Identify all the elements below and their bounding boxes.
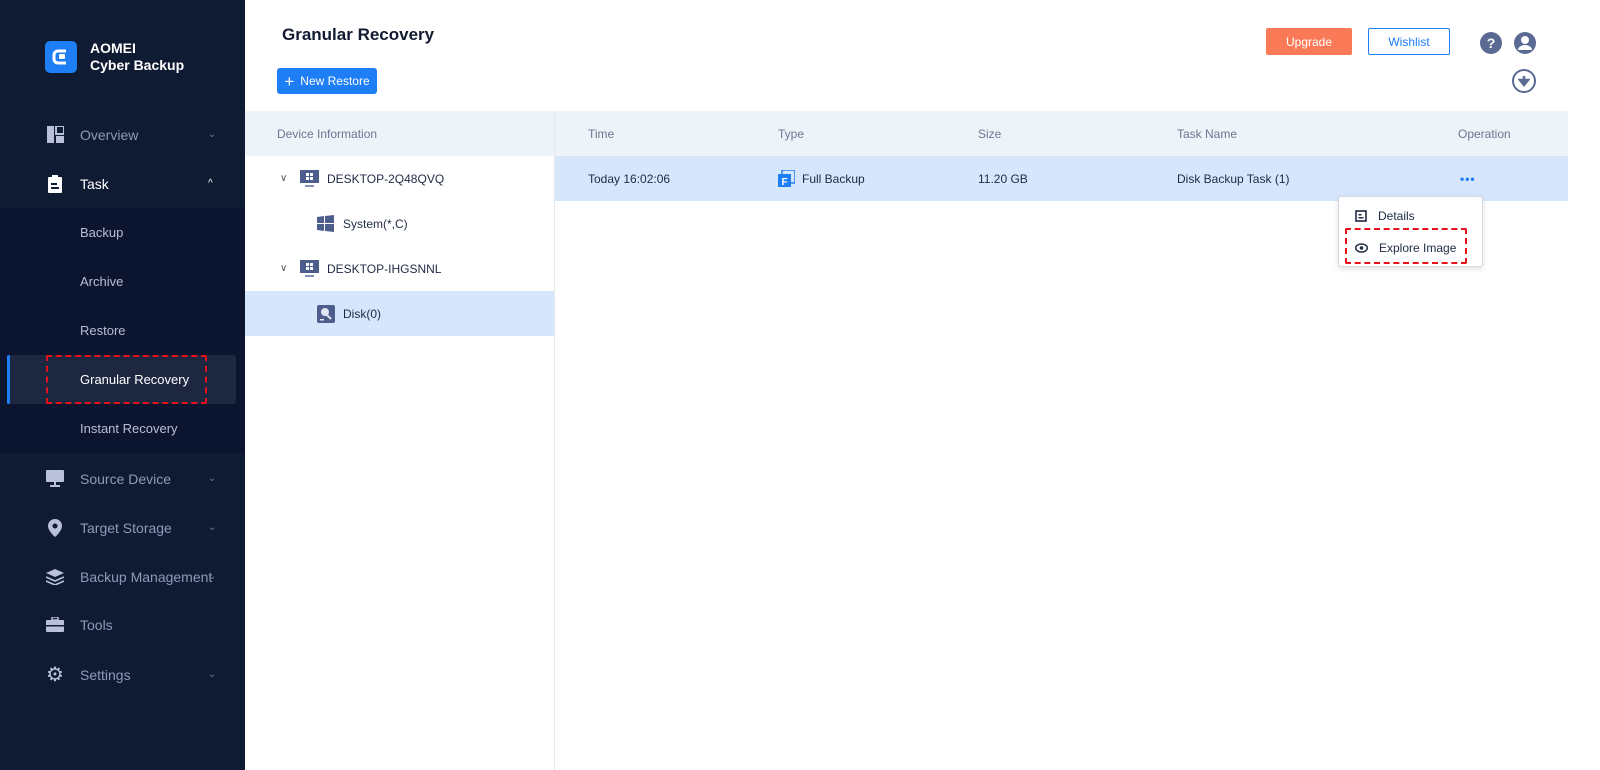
cell-size: 11.20 GB	[978, 171, 1028, 186]
sub-restore[interactable]: Restore	[0, 306, 245, 355]
plus-icon: +	[284, 71, 295, 91]
sidebar: AOMEI Cyber Backup Overview ⌄ Task ^ Back…	[0, 0, 245, 770]
col-task-name: Task Name	[1177, 127, 1238, 141]
tree-label: System(*,C)	[343, 216, 408, 231]
help-icon[interactable]: ?	[1480, 32, 1502, 54]
dashboard-icon	[46, 126, 64, 144]
operation-menu: Details Explore Image	[1338, 196, 1483, 267]
logo-icon	[45, 41, 77, 73]
brand-line2: Cyber Backup	[90, 57, 185, 73]
nav-source-device[interactable]: Source Device ⌄	[0, 454, 245, 503]
chevron-down-icon: ⌄	[208, 669, 217, 680]
full-backup-icon: F	[778, 170, 795, 187]
nav-settings[interactable]: ⚙ Settings ⌄	[0, 650, 245, 699]
chevron-down-icon: ⌄	[208, 473, 217, 484]
user-avatar-icon[interactable]	[1514, 32, 1536, 54]
nav-target-storage[interactable]: Target Storage ⌄	[0, 503, 245, 552]
explore-image-label: Explore Image	[1379, 241, 1457, 255]
chevron-down-icon: ⌄	[208, 522, 217, 533]
more-options-icon[interactable]: •••	[1460, 156, 1476, 201]
table-row[interactable]: Today 16:02:06 F Full Backup 11.20 GB Di…	[555, 156, 1568, 201]
chevron-up-icon: ^	[208, 178, 213, 189]
nav-label: Overview	[80, 126, 139, 143]
nav-task[interactable]: Task ^	[0, 159, 245, 208]
sub-archive[interactable]: Archive	[0, 257, 245, 306]
nav-label: Target Storage	[80, 519, 172, 536]
app-logo: AOMEI Cyber Backup	[45, 40, 184, 74]
download-icon[interactable]	[1512, 69, 1536, 93]
new-restore-button[interactable]: + New Restore	[277, 68, 377, 94]
gear-icon: ⚙	[46, 664, 64, 686]
new-restore-label: New Restore	[300, 74, 370, 88]
col-operation: Operation	[1458, 127, 1511, 141]
task-submenu: Backup Archive Restore Granular Recovery…	[0, 208, 245, 453]
page-title: Granular Recovery	[282, 25, 435, 44]
wishlist-button[interactable]: Wishlist	[1368, 28, 1450, 55]
sub-backup[interactable]: Backup	[0, 208, 245, 257]
type-label: Full Backup	[802, 171, 865, 186]
upgrade-button[interactable]: Upgrade	[1266, 28, 1352, 55]
chevron-down-icon[interactable]: ∨	[280, 173, 287, 184]
cell-task-name: Disk Backup Task (1)	[1177, 171, 1290, 186]
chevron-down-icon: ⌄	[208, 129, 217, 140]
disk-icon	[317, 304, 335, 323]
clipboard-icon	[46, 174, 64, 193]
cell-type: F Full Backup	[778, 156, 865, 201]
tree-label: Disk(0)	[343, 306, 381, 321]
nav-label: Settings	[80, 666, 131, 683]
tree-item-system[interactable]: System(*,C)	[245, 201, 554, 246]
brand-line1: AOMEI	[90, 40, 136, 56]
toolbox-icon	[46, 616, 64, 634]
tree-label: DESKTOP-2Q48QVQ	[327, 171, 445, 186]
col-type: Type	[778, 127, 805, 141]
col-size: Size	[978, 127, 1002, 141]
nav-label: Source Device	[80, 470, 172, 487]
monitor-icon	[46, 470, 64, 488]
nav-label: Tools	[80, 616, 113, 633]
chevron-down-icon: ⌄	[208, 571, 217, 582]
tree-item-desktop-ihgsnnl[interactable]: ∨ DESKTOP-IHGSNNL	[245, 246, 554, 291]
nav-label: Task	[80, 175, 109, 192]
device-information-label: Device Information	[277, 127, 378, 141]
location-pin-icon	[46, 518, 64, 537]
cell-time: Today 16:02:06	[588, 171, 671, 186]
nav-tools[interactable]: Tools	[0, 600, 245, 649]
windows-monitor-icon	[300, 170, 319, 187]
svg-text:F: F	[782, 177, 788, 187]
windows-monitor-icon	[300, 260, 319, 277]
table-header: Time Type Size Task Name Operation	[555, 111, 1568, 156]
col-time: Time	[588, 127, 615, 141]
eye-icon	[1355, 243, 1368, 253]
tree-item-desktop-2q48qvq[interactable]: ∨ DESKTOP-2Q48QVQ	[245, 156, 554, 201]
nav-label: Backup Management	[80, 568, 213, 585]
windows-icon	[317, 215, 334, 232]
menu-item-details[interactable]: Details	[1339, 201, 1484, 231]
nav-overview[interactable]: Overview ⌄	[0, 110, 245, 159]
details-label: Details	[1378, 209, 1415, 223]
chevron-down-icon[interactable]: ∨	[280, 263, 287, 274]
sub-granular-recovery[interactable]: Granular Recovery	[7, 355, 236, 404]
sub-instant-recovery[interactable]: Instant Recovery	[0, 404, 245, 453]
details-icon	[1355, 210, 1367, 222]
device-panel-header: Device Information	[245, 111, 554, 156]
nav-backup-management[interactable]: Backup Management ⌄	[0, 552, 245, 601]
tree-item-disk0[interactable]: Disk(0)	[245, 291, 554, 336]
tree-label: DESKTOP-IHGSNNL	[327, 261, 442, 276]
menu-item-explore-image[interactable]: Explore Image	[1339, 233, 1484, 263]
layers-icon	[46, 568, 64, 586]
